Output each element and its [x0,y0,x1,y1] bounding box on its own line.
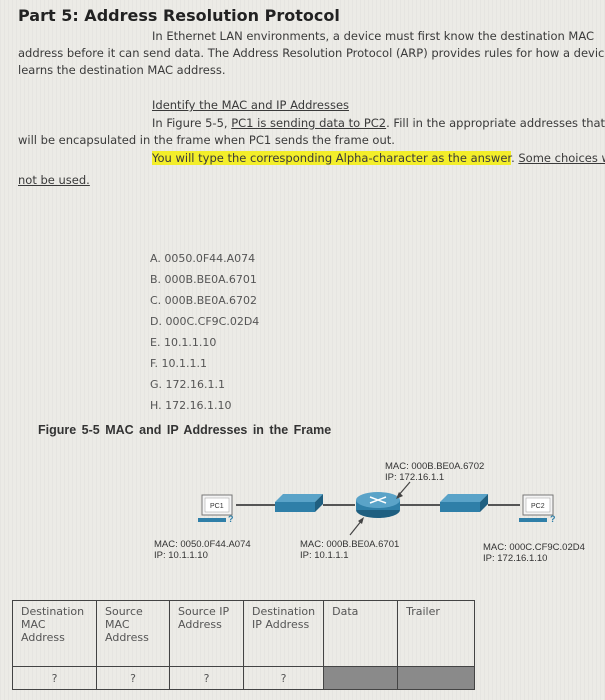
value-source-mac[interactable]: ? [96,666,170,690]
choice-h: H. 172.16.1.10 [150,399,232,412]
value-source-ip[interactable]: ? [169,666,244,690]
pc1-icon: PC1 ? [198,494,234,524]
intro-line-1: In Ethernet LAN environments, a device m… [152,29,595,43]
value-trailer-shaded [397,666,476,690]
figure-title: Figure 5-5 MAC and IP Addresses in the F… [38,423,332,437]
pc1-ip: IP: 10.1.1.10 [154,550,208,561]
value-data-shaded [323,666,399,690]
pc2-mac: MAC: 000C.CF9C.02D4 [483,542,585,553]
header-source-ip: Source IP Address [169,600,244,667]
switch-1-icon [275,494,323,512]
network-diagram: PC1 ? PC2 ? [198,481,556,536]
choice-b: B. 000B.BE0A.6701 [150,273,257,286]
header-source-mac: Source MAC Address [96,600,170,667]
router-right-ip: IP: 172.16.1.1 [385,472,445,483]
instruction-suffix: . Fill in the appropriate addresses that [386,116,605,130]
switch-2-icon [440,494,488,512]
intro-line-2: address before it can send data. The Add… [18,46,605,60]
router-right-mac: MAC: 000B.BE0A.6702 [385,461,485,472]
pc1-label: PC1 [210,503,224,510]
instruction-prefix: In Figure 5-5, [152,116,232,130]
choice-g: G. 172.16.1.1 [150,378,225,391]
frame-table: Destination MAC Address Source MAC Addre… [12,600,476,690]
pc2-icon: PC2 ? [519,494,556,524]
header-trailer: Trailer [397,600,476,667]
router-icon [356,492,400,518]
choice-f: F. 10.1.1.1 [150,357,208,370]
page-title: Part 5: Address Resolution Protocol [18,6,340,25]
choice-d: D. 000C.CF9C.02D4 [150,315,260,328]
value-destination-mac[interactable]: ? [12,666,97,690]
pc2-ip: IP: 172.16.1.10 [483,553,548,564]
instruction-line-2: will be encapsulated in the frame when P… [18,133,395,147]
instruction-line-1: In Figure 5-5, PC1 is sending data to PC… [152,116,605,130]
router-left-ip: IP: 10.1.1.1 [300,550,349,561]
section-heading: Identify the MAC and IP Addresses [152,98,350,112]
frame-value-row: ? ? ? ? [12,666,476,690]
choice-a: A. 0050.0F44.A074 [150,252,256,265]
svg-text:?: ? [228,514,234,524]
value-destination-ip[interactable]: ? [242,666,325,690]
header-destination-mac: Destination MAC Address [12,600,97,667]
pc2-label: PC2 [531,503,545,510]
note-text-continued: not be used. [18,173,90,187]
frame-header-row: Destination MAC Address Source MAC Addre… [12,600,476,667]
router-left-mac: MAC: 000B.BE0A.6701 [300,539,400,550]
instruction-line-3: You will type the corresponding Alpha-ch… [152,151,605,165]
intro-line-3: learns the destination MAC address. [18,63,226,77]
header-destination-ip: Destination IP Address [242,600,325,667]
note-text: Some choices wil [518,151,605,165]
instruction-link: PC1 is sending data to PC2 [231,116,387,130]
highlighted-instruction: You will type the corresponding Alpha-ch… [152,151,512,165]
pc1-mac: MAC: 0050.0F44.A074 [154,539,251,550]
choice-e: E. 10.1.1.10 [150,336,217,349]
svg-text:?: ? [550,514,556,524]
header-data: Data [323,600,399,667]
choice-c: C. 000B.BE0A.6702 [150,294,258,307]
